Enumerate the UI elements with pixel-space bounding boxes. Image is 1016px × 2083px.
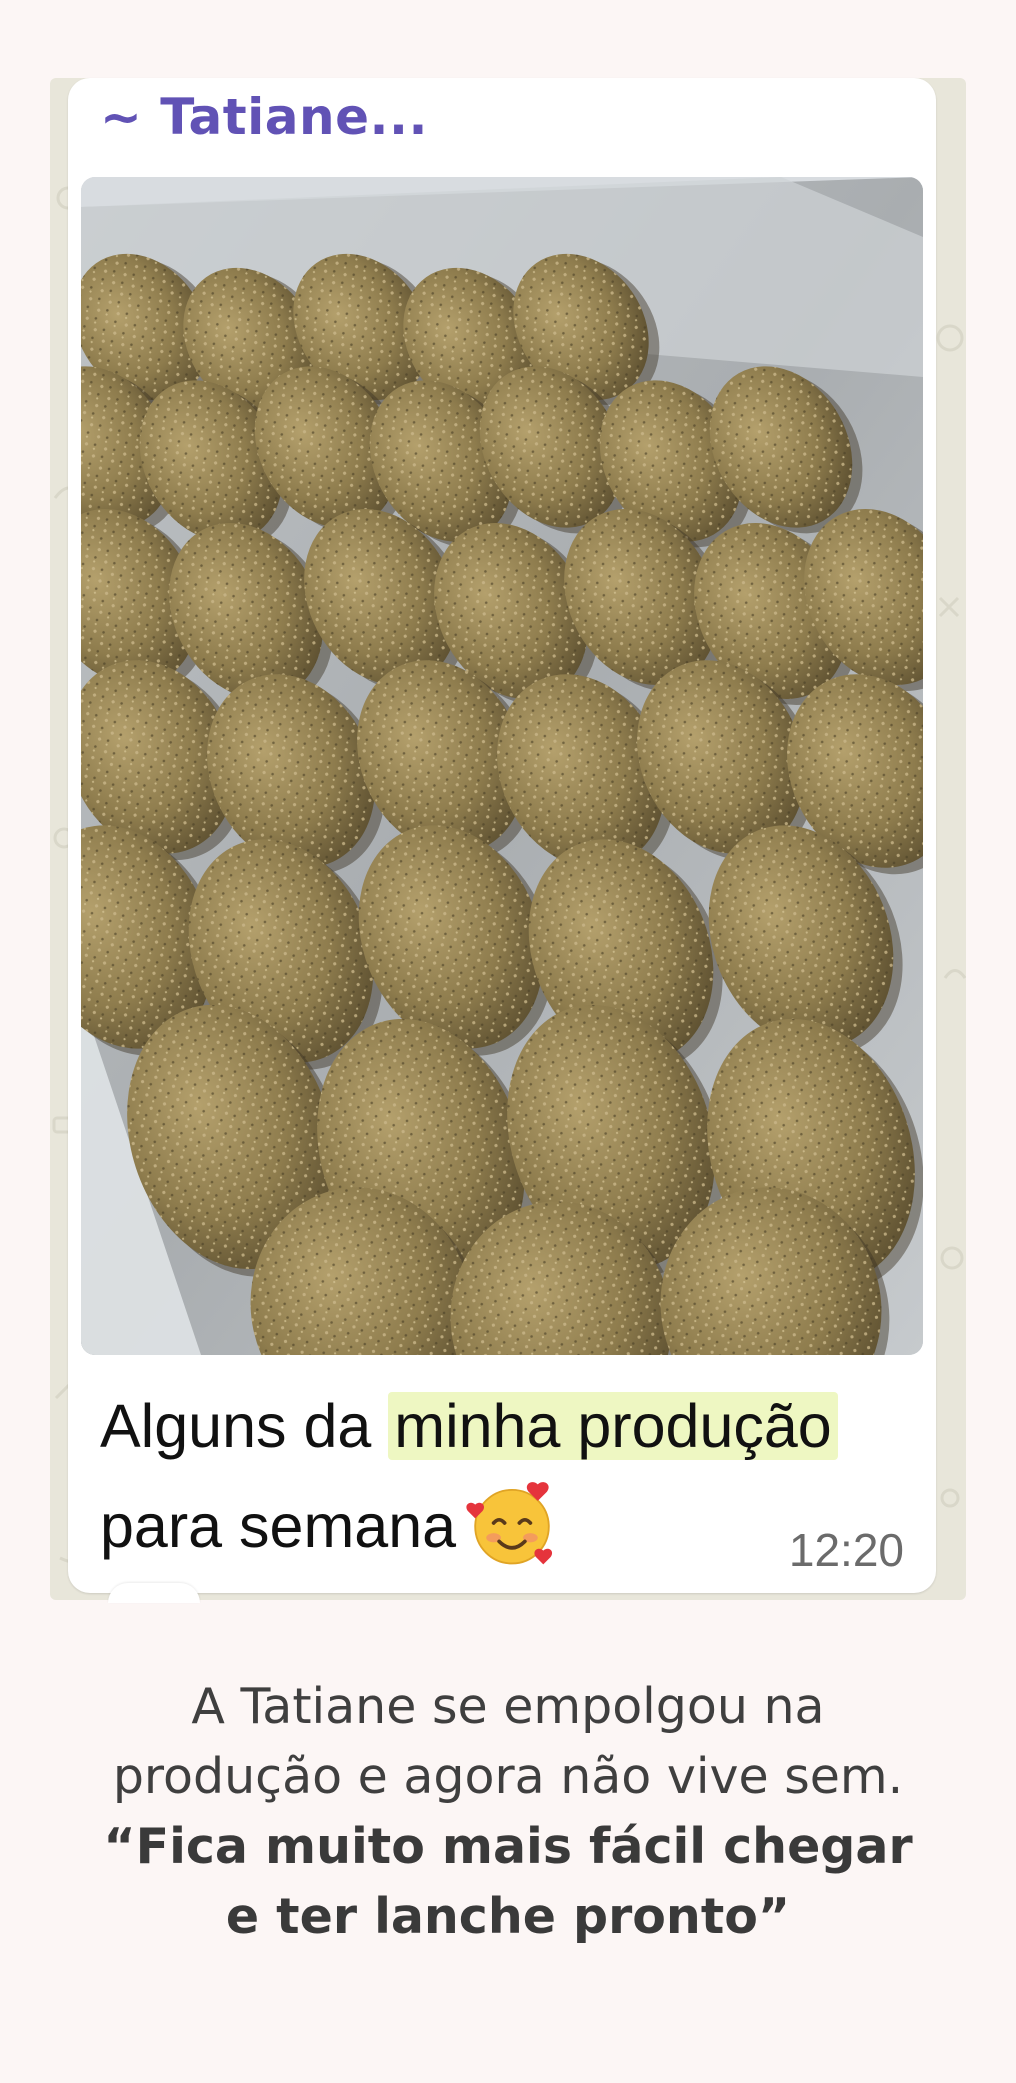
reaction-pill[interactable] bbox=[108, 1583, 200, 1603]
food-tray-image bbox=[81, 177, 923, 1355]
smiling-face-with-hearts-emoji bbox=[466, 1482, 553, 1565]
testimonial-quote: “Fica muito mais fácil chegar e ter lanc… bbox=[103, 1818, 913, 1945]
caption-highlight: minha produção bbox=[388, 1392, 838, 1460]
caption-line-1: Alguns da minha produção bbox=[100, 1376, 910, 1476]
message-photo[interactable] bbox=[81, 177, 923, 1355]
sender-name[interactable]: ~ Tatiane... bbox=[100, 88, 428, 146]
testimonial-body: A Tatiane se empolgou na produção e agor… bbox=[112, 1678, 904, 1805]
testimonial-text: A Tatiane se empolgou na produção e agor… bbox=[90, 1672, 926, 1952]
message-timestamp: 12:20 bbox=[788, 1524, 904, 1576]
caption-text-2: para semana bbox=[100, 1492, 457, 1560]
caption-text: Alguns da bbox=[100, 1392, 389, 1460]
